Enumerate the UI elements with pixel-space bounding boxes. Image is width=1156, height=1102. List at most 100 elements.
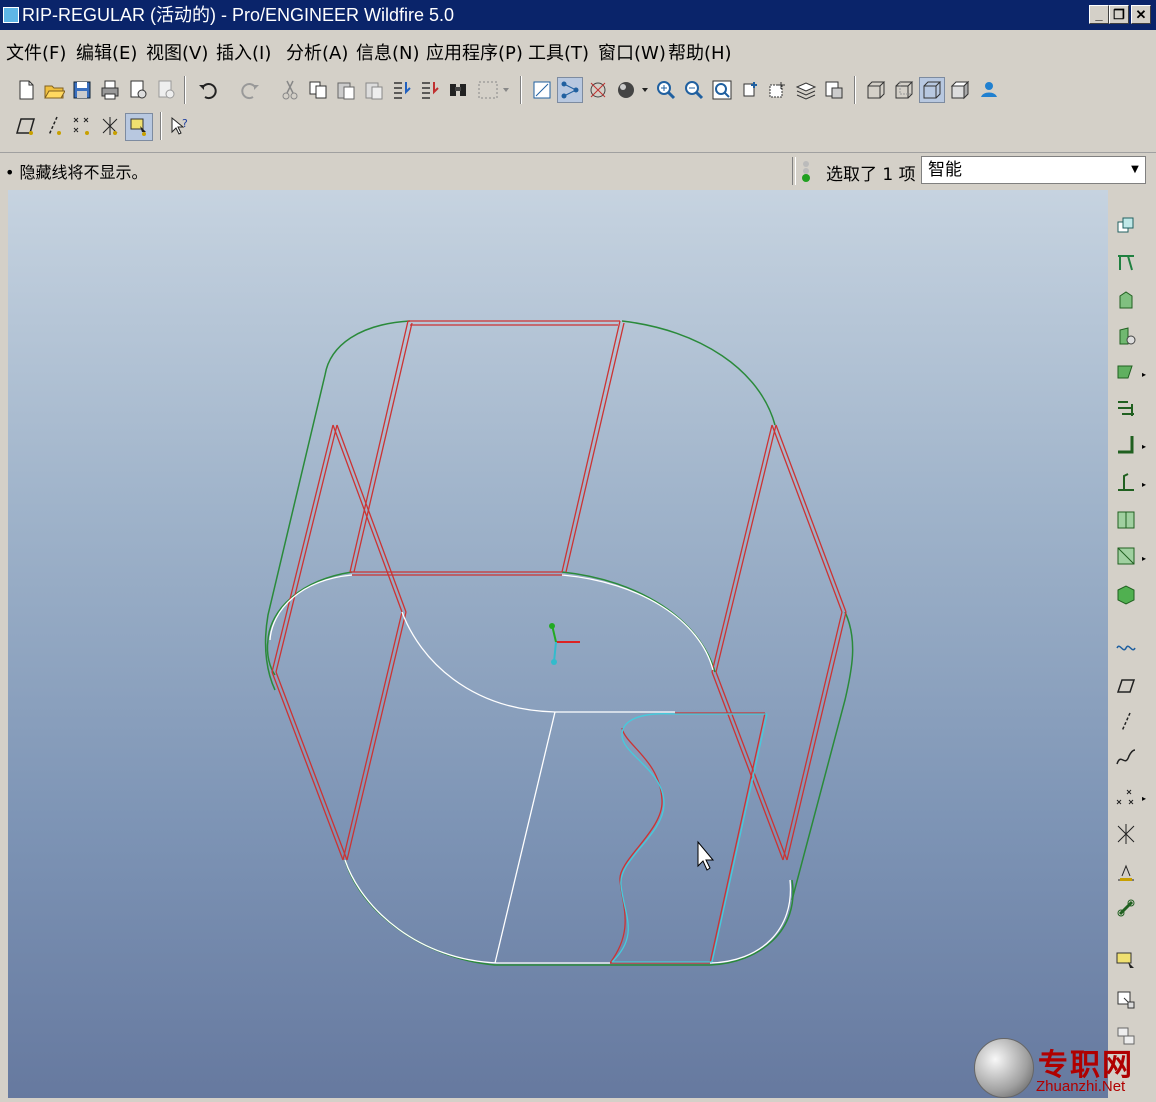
spin-center-icon [549, 623, 580, 665]
feature-edge [332, 424, 407, 613]
toolbar-separator [854, 76, 856, 104]
sweep-blend-icon[interactable] [1112, 394, 1140, 422]
datum-points-icon[interactable] [70, 114, 94, 138]
menu-analysis[interactable]: 分析(A) [286, 39, 348, 65]
flyout-arrow-icon[interactable]: ▸ [1142, 554, 1146, 563]
datum-plane-tool-icon[interactable] [1112, 248, 1140, 276]
menu-window[interactable]: 窗口(W) [598, 39, 666, 65]
menu-applications[interactable]: 应用程序(P) [426, 39, 523, 65]
open-icon[interactable] [42, 78, 66, 102]
feature-edge [561, 320, 625, 573]
paste-special-icon[interactable] [362, 78, 386, 102]
shading-icon[interactable] [614, 78, 650, 102]
layers-icon[interactable] [794, 78, 818, 102]
flyout-arrow-icon[interactable]: ▸ [1142, 794, 1146, 803]
new-icon[interactable] [14, 78, 38, 102]
menu-view[interactable]: 视图(V) [146, 39, 208, 65]
soccer-ball-logo-icon [974, 1038, 1034, 1098]
traffic-light-icon [800, 159, 812, 183]
zoom-in-icon[interactable] [654, 78, 678, 102]
regen-manager-icon[interactable] [418, 78, 442, 102]
extrude-icon[interactable] [1112, 286, 1140, 314]
flyout-arrow-icon[interactable]: ▸ [1142, 442, 1146, 451]
group-icon[interactable] [1112, 986, 1140, 1014]
regenerate-icon[interactable] [390, 78, 414, 102]
restore-button[interactable]: ❐ [1109, 5, 1129, 24]
left-sash[interactable] [0, 190, 8, 1098]
view-manager-icon[interactable] [822, 78, 846, 102]
datum-planes-icon[interactable] [14, 114, 38, 138]
graphics-viewport[interactable] [8, 190, 1108, 1098]
network-icon[interactable] [557, 77, 583, 103]
visible-edge [494, 711, 556, 964]
menu-insert[interactable]: 插入(I) [216, 39, 271, 65]
minimize-button[interactable]: _ [1089, 5, 1109, 24]
shaded-icon[interactable] [948, 78, 972, 102]
plane-icon[interactable] [1112, 708, 1140, 736]
refit-icon[interactable] [710, 78, 734, 102]
sweep-icon[interactable] [1112, 358, 1140, 386]
menu-info[interactable]: 信息(N) [356, 39, 420, 65]
selection-filter-dropdown[interactable]: 智能 ▼ [921, 156, 1146, 184]
send-icon[interactable] [154, 78, 178, 102]
rib-icon[interactable] [1112, 634, 1140, 662]
shell-icon[interactable] [1112, 580, 1140, 608]
send-mail-icon[interactable] [126, 78, 150, 102]
chamfer-icon[interactable] [1112, 506, 1140, 534]
datum-toolbar: ? [0, 108, 1110, 144]
select-box-icon[interactable] [474, 78, 512, 102]
menu-help[interactable]: 帮助(H) [668, 39, 732, 65]
feature-edge [349, 320, 413, 573]
save-icon[interactable] [70, 78, 94, 102]
silhouette-edge [621, 320, 776, 426]
annotations-icon[interactable] [125, 113, 153, 141]
watermark-en: Zhuanzhi.Net [1036, 1078, 1126, 1095]
silhouette-edge [267, 571, 353, 641]
csys-tool-icon[interactable] [1112, 820, 1140, 848]
hidden-line-icon[interactable] [892, 78, 916, 102]
no-hidden-icon[interactable] [919, 77, 945, 103]
annotation-feature-icon[interactable] [1112, 948, 1140, 976]
menu-file[interactable]: 文件(F) [6, 39, 66, 65]
assemble-icon[interactable] [1112, 212, 1140, 240]
sketch-icon[interactable] [1112, 672, 1140, 700]
curve-icon[interactable] [1112, 744, 1140, 772]
close-button[interactable]: ✕ [1131, 5, 1151, 24]
datum-display-icon[interactable] [530, 78, 554, 102]
datum-axes-icon[interactable] [42, 114, 66, 138]
flyout-arrow-icon[interactable]: ▸ [1142, 480, 1146, 489]
round-icon[interactable] [1112, 468, 1140, 496]
hole-icon[interactable] [1112, 430, 1140, 458]
print-icon[interactable] [98, 78, 122, 102]
saved-views-icon[interactable] [766, 78, 790, 102]
csys-icon[interactable] [98, 114, 122, 138]
redo-icon[interactable] [238, 78, 262, 102]
context-help-icon[interactable]: ? [168, 114, 192, 138]
revolve-icon[interactable] [1112, 322, 1140, 350]
zoom-out-icon[interactable] [682, 78, 706, 102]
copy-icon[interactable] [306, 78, 330, 102]
draft-icon[interactable] [1112, 542, 1140, 570]
menu-tools[interactable]: 工具(T) [528, 39, 589, 65]
selected-edge [711, 713, 768, 963]
watermark: 专职网 Zhuanzhi.Net [972, 1038, 1156, 1102]
message-bar: • 隐藏线将不显示。 选取了 1 项 智能 ▼ [0, 152, 1156, 189]
reorient-icon[interactable] [738, 78, 762, 102]
enhanced-realism-icon[interactable] [976, 78, 1000, 102]
point-icon[interactable] [1112, 784, 1140, 812]
selection-count: 选取了 1 项 [826, 165, 916, 185]
menu-edit[interactable]: 编辑(E) [76, 39, 137, 65]
flyout-arrow-icon[interactable]: ▸ [1142, 370, 1146, 379]
cut-icon[interactable] [278, 78, 302, 102]
chevron-down-icon[interactable]: ▼ [1127, 159, 1143, 181]
feature-edge [711, 671, 788, 861]
spin-center-icon[interactable] [586, 78, 610, 102]
status-separator [792, 157, 796, 185]
mirror-icon[interactable] [1112, 894, 1140, 922]
wireframe-icon[interactable] [864, 78, 888, 102]
find-icon[interactable] [446, 78, 470, 102]
paste-icon[interactable] [334, 78, 358, 102]
undo-icon[interactable] [196, 78, 220, 102]
analysis-icon[interactable] [1112, 858, 1140, 886]
feature-edge [709, 712, 766, 964]
